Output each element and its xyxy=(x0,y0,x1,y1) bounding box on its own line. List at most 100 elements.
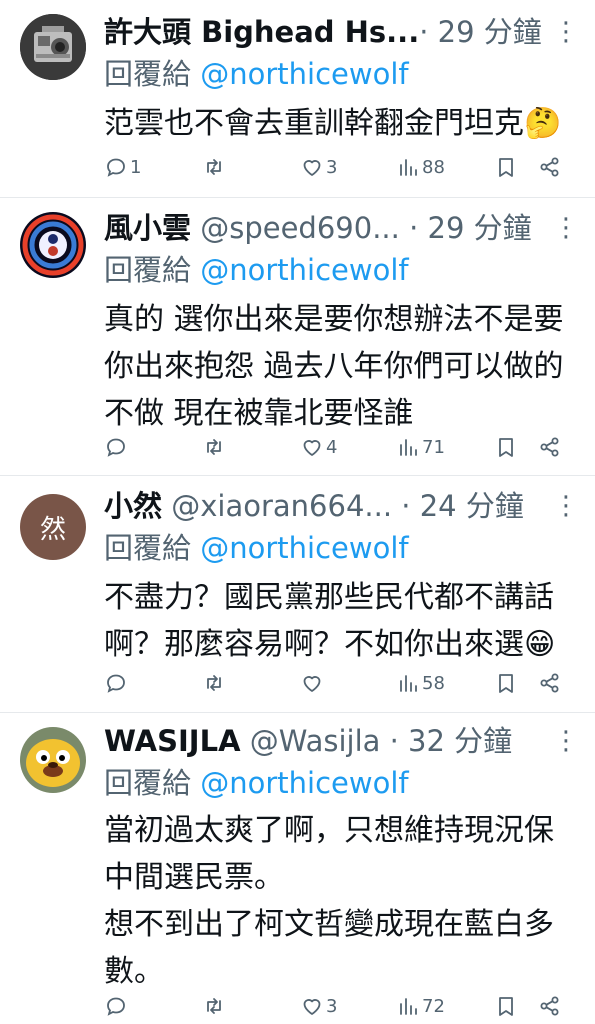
action-bar: 1 3 88 xyxy=(104,152,574,182)
timestamp[interactable]: · 32 分鐘 xyxy=(380,724,513,758)
cartoon-dog-avatar-icon xyxy=(20,727,86,793)
views-button[interactable]: 72 xyxy=(396,991,445,1021)
display-name[interactable]: 風小雲 xyxy=(104,211,191,245)
reply-button[interactable] xyxy=(104,668,130,698)
view-count: 72 xyxy=(422,995,445,1017)
reply-count: 1 xyxy=(130,156,142,178)
heart-icon xyxy=(303,440,321,456)
tweet-text: 范雲也不會去重訓幹翻金門坦克🤔 xyxy=(104,106,562,141)
view-count: 71 xyxy=(422,436,445,458)
retweet-icon xyxy=(207,998,221,1014)
more-options-icon[interactable]: ⋮ xyxy=(553,12,579,52)
share-icon xyxy=(540,673,559,693)
reply-mention-link[interactable]: @northicewolf xyxy=(200,531,408,565)
view-count: 58 xyxy=(422,672,445,694)
more-options-icon[interactable]: ⋮ xyxy=(553,486,579,526)
avatar[interactable] xyxy=(20,14,86,80)
reply-button[interactable]: 1 xyxy=(104,152,141,182)
user-handle[interactable]: @speed690... xyxy=(191,211,400,245)
reply-mention-link[interactable]: @northicewolf xyxy=(200,766,408,800)
share-icon xyxy=(540,996,559,1016)
tweet[interactable]: 然 小然 @xiaoran664... · 24 分鐘 ⋮ 回覆給 @north… xyxy=(0,476,595,713)
retweet-button[interactable] xyxy=(202,152,228,182)
reply-button[interactable] xyxy=(104,432,130,462)
views-chart-icon xyxy=(400,998,417,1015)
more-options-icon[interactable]: ⋮ xyxy=(553,721,579,761)
heart-icon xyxy=(303,160,321,176)
tweet-header: 小然 @xiaoran664... · 24 分鐘 ⋮ xyxy=(104,486,579,526)
like-count: 3 xyxy=(326,995,338,1017)
like-button[interactable] xyxy=(300,668,326,698)
share-icon xyxy=(540,157,559,177)
reply-button[interactable] xyxy=(104,991,130,1021)
camera-machine-avatar-icon xyxy=(20,14,86,80)
avatar-initial: 然 xyxy=(39,514,66,545)
tweet-header: 許大頭 Bighead Hs...· 29 分鐘 ⋮ xyxy=(104,12,579,52)
heart-icon xyxy=(303,999,321,1015)
share-button[interactable] xyxy=(538,668,562,698)
like-button[interactable]: 4 xyxy=(300,432,337,462)
tweet-text: 不盡力？國民黨那些民代都不講話 啊？那麼容易啊？不如你出來選😁 xyxy=(104,580,556,662)
reply-icon xyxy=(107,158,125,177)
more-options-icon[interactable]: ⋮ xyxy=(553,208,579,248)
views-button[interactable]: 88 xyxy=(396,152,445,182)
tweet[interactable]: 風小雲 @speed690... · 29 分鐘 ⋮ 回覆給 @northice… xyxy=(0,198,595,476)
display-name[interactable]: 小然 xyxy=(104,489,162,523)
action-bar: 4 71 xyxy=(104,432,574,462)
retweet-icon xyxy=(207,439,221,455)
display-name[interactable]: 許大頭 Bighead Hs... xyxy=(104,15,419,49)
bookmark-button[interactable] xyxy=(494,668,518,698)
views-chart-icon xyxy=(400,159,417,176)
orb-avatar-icon xyxy=(20,212,86,278)
share-button[interactable] xyxy=(538,152,562,182)
retweet-icon xyxy=(207,675,221,691)
bookmark-icon xyxy=(499,674,513,693)
retweet-button[interactable] xyxy=(202,668,228,698)
display-name[interactable]: WASIJLA xyxy=(104,724,241,758)
bookmark-icon xyxy=(499,997,513,1016)
bookmark-button[interactable] xyxy=(494,991,518,1021)
action-bar: 58 xyxy=(104,668,574,698)
reply-mention-link[interactable]: @northicewolf xyxy=(200,57,408,91)
reply-prefix: 回覆給 xyxy=(104,531,201,565)
retweet-button[interactable] xyxy=(202,991,228,1021)
reply-mention-link[interactable]: @northicewolf xyxy=(200,253,408,287)
retweet-button[interactable] xyxy=(202,432,228,462)
avatar[interactable] xyxy=(20,727,86,793)
tweet[interactable]: WASIJLA @Wasijla · 32 分鐘 ⋮ 回覆給 @northice… xyxy=(0,713,595,1024)
tweet-header: WASIJLA @Wasijla · 32 分鐘 ⋮ xyxy=(104,721,579,761)
bookmark-icon xyxy=(499,438,513,457)
reply-context: 回覆給 @northicewolf xyxy=(104,526,577,570)
bookmark-button[interactable] xyxy=(494,432,518,462)
timestamp[interactable]: · 24 分鐘 xyxy=(392,489,524,523)
share-button[interactable] xyxy=(538,432,562,462)
timestamp[interactable]: · 29 分鐘 xyxy=(400,211,532,245)
share-button[interactable] xyxy=(538,991,562,1021)
reply-prefix: 回覆給 xyxy=(104,253,201,287)
reply-context: 回覆給 @northicewolf xyxy=(104,761,577,805)
reply-prefix: 回覆給 xyxy=(104,766,201,800)
bookmark-button[interactable] xyxy=(494,152,518,182)
views-button[interactable]: 71 xyxy=(396,432,445,462)
views-chart-icon xyxy=(400,439,417,456)
retweet-icon xyxy=(207,159,221,175)
reply-icon xyxy=(107,674,125,693)
avatar[interactable] xyxy=(20,212,86,278)
like-button[interactable]: 3 xyxy=(300,991,337,1021)
heart-icon xyxy=(303,676,321,692)
reply-icon xyxy=(107,438,125,457)
reply-prefix: 回覆給 xyxy=(104,57,201,91)
like-count: 4 xyxy=(326,436,338,458)
action-bar: 3 72 xyxy=(104,991,574,1021)
user-handle[interactable]: @Wasijla xyxy=(241,724,381,758)
tweet[interactable]: 許大頭 Bighead Hs...· 29 分鐘 ⋮ 回覆給 @northice… xyxy=(0,0,595,198)
timestamp[interactable]: · 29 分鐘 xyxy=(419,15,542,49)
tweet-header: 風小雲 @speed690... · 29 分鐘 ⋮ xyxy=(104,208,579,248)
like-button[interactable]: 3 xyxy=(300,152,337,182)
reply-icon xyxy=(107,997,125,1016)
avatar[interactable]: 然 xyxy=(20,494,86,560)
user-handle[interactable]: @xiaoran664... xyxy=(162,489,392,523)
views-button[interactable]: 58 xyxy=(396,668,445,698)
views-chart-icon xyxy=(400,675,417,692)
tweet-text: 當初過太爽了啊，只想維持現況保 中間選民票。 想不到出了柯文哲變成現在藍白多 數… xyxy=(104,813,554,989)
